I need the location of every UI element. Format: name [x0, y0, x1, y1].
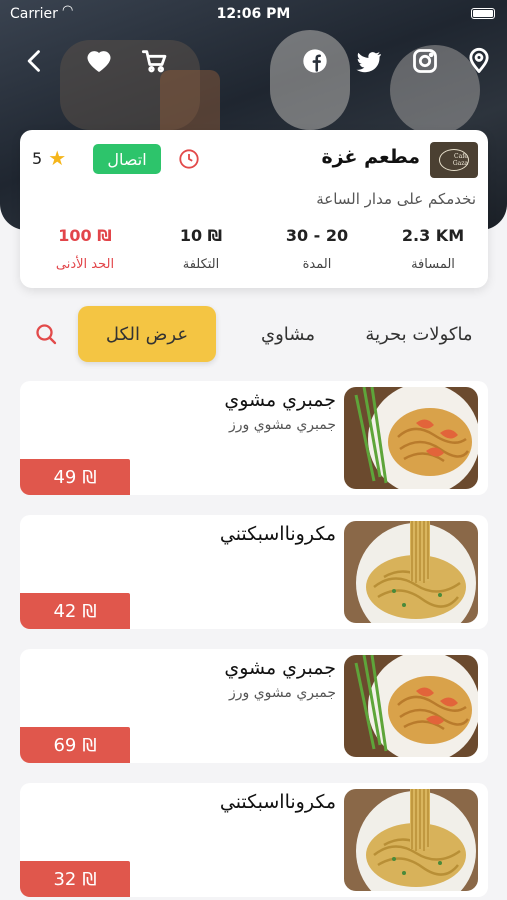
stat-value: 30 - 20	[285, 226, 349, 245]
currency-symbol: ₪	[82, 734, 97, 756]
restaurant-info-card: Cafe Gaza مطعم غزة اتصال 5 ★ نخدمكم على …	[20, 130, 488, 288]
stat-duration: 30 - 20 المدة	[262, 226, 372, 272]
food-image-spaghetti	[344, 789, 478, 891]
menu-item[interactable]: مكرونااسبكتني 42 ₪	[20, 515, 488, 629]
stat-minimum: 100 ₪ الحد الأدنى	[30, 226, 140, 272]
food-image-shrimp-noodles	[344, 655, 478, 757]
battery-icon	[471, 8, 495, 19]
back-icon[interactable]	[18, 44, 52, 78]
restaurant-tagline: نخدمكم على مدار الساعة	[316, 190, 476, 208]
menu-item-name: مكرونااسبكتني	[219, 791, 336, 813]
menu-item-description: جمبري مشوي ورز	[228, 685, 336, 701]
call-button[interactable]: اتصال	[93, 144, 161, 174]
heart-icon[interactable]	[82, 44, 116, 78]
twitter-icon[interactable]	[352, 44, 386, 78]
stat-cost: 10 ₪ التكلفة	[146, 226, 256, 272]
menu-item[interactable]: جمبري مشوي جمبري مشوي ورز 69 ₪	[20, 649, 488, 763]
search-icon[interactable]	[18, 306, 74, 362]
rating-value: 5	[32, 148, 43, 168]
stat-value: 10 ₪	[179, 226, 223, 245]
star-icon: ★	[48, 146, 67, 170]
price-value: 49	[53, 466, 77, 488]
top-action-bar	[0, 44, 507, 78]
stat-label: المسافة	[411, 257, 455, 272]
price-value: 69	[53, 734, 77, 756]
stat-label: المدة	[302, 257, 332, 272]
status-bar: Carrier ◠ 12:06 PM	[0, 0, 507, 28]
status-time: 12:06 PM	[216, 6, 291, 22]
tab-seafood[interactable]: ماكولات بحرية	[348, 306, 490, 362]
facebook-icon[interactable]	[298, 44, 332, 78]
price-value: 32	[53, 868, 77, 890]
stats-row: 2.3 KM المسافة 30 - 20 المدة 10 ₪ التكلف…	[20, 226, 488, 278]
price-tag: 32 ₪	[20, 861, 130, 897]
currency-symbol: ₪	[82, 466, 97, 488]
menu-item[interactable]: مكرونااسبكتني 32 ₪	[20, 783, 488, 897]
stat-value: 2.3 KM	[401, 226, 465, 245]
price-tag: 69 ₪	[20, 727, 130, 763]
category-tabs: عرض الكل مشاوي ماكولات بحرية	[18, 306, 490, 362]
tab-all[interactable]: عرض الكل	[78, 306, 216, 362]
price-tag: 49 ₪	[20, 459, 130, 495]
restaurant-logo: Cafe Gaza	[430, 142, 478, 178]
food-image-shrimp-noodles	[344, 387, 478, 489]
cart-icon[interactable]	[138, 44, 172, 78]
stat-label: التكلفة	[182, 257, 220, 272]
stat-value: 100 ₪	[58, 226, 112, 245]
menu-item-name: جمبري مشوي	[224, 389, 336, 411]
location-pin-icon[interactable]	[462, 44, 496, 78]
currency-symbol: ₪	[82, 868, 97, 890]
stat-label: الحد الأدنى	[55, 257, 115, 272]
tab-grills[interactable]: مشاوي	[228, 306, 348, 362]
menu-item-name: جمبري مشوي	[224, 657, 336, 679]
rating: 5 ★	[32, 148, 66, 168]
currency-symbol: ₪	[82, 600, 97, 622]
restaurant-logo-mark: Cafe Gaza	[439, 149, 469, 171]
food-image-spaghetti	[344, 521, 478, 623]
price-tag: 42 ₪	[20, 593, 130, 629]
clock-icon	[178, 148, 200, 170]
menu-item-name: مكرونااسبكتني	[219, 523, 336, 545]
price-value: 42	[53, 600, 77, 622]
menu-item-description: جمبري مشوي ورز	[228, 417, 336, 433]
stat-distance: 2.3 KM المسافة	[378, 226, 488, 272]
menu-item[interactable]: جمبري مشوي جمبري مشوي ورز 49 ₪	[20, 381, 488, 495]
instagram-icon[interactable]	[408, 44, 442, 78]
restaurant-name: مطعم غزة	[321, 146, 420, 168]
